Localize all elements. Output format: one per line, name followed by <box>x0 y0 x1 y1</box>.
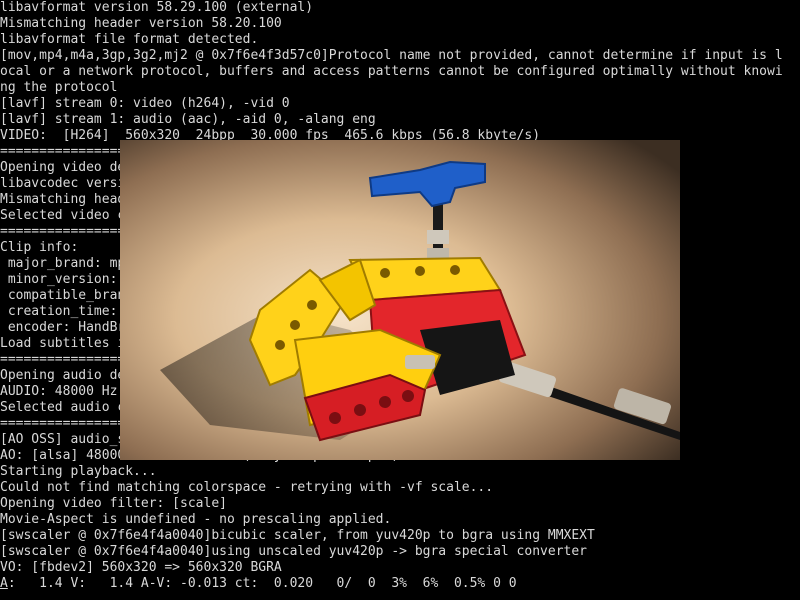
axle-connector <box>405 355 435 369</box>
console-line: Could not find matching colorspace - ret… <box>0 480 494 495</box>
console-line: Opening video filter: [scale] <box>0 496 227 511</box>
console-line: [lavf] stream 0: video (h264), -vid 0 <box>0 96 290 111</box>
video-frame <box>120 140 680 460</box>
mast-bushing <box>427 230 449 244</box>
console-line: Starting playback... <box>0 464 157 479</box>
console-line: [lavf] stream 1: audio (aac), -aid 0, -a… <box>0 112 376 127</box>
status-values: : 1.4 V: 1.4 A-V: -0.013 ct: 0.020 0/ 0 … <box>7 576 517 591</box>
status-prefix: A <box>0 576 8 591</box>
console-line: libavformat version 58.29.100 (external) <box>0 0 314 15</box>
console-line: [swscaler @ 0x7f6e4f4a0040]using unscale… <box>0 544 587 559</box>
console-line: Movie-Aspect is undefined - no prescalin… <box>0 512 392 527</box>
console-line: libavformat file format detected. <box>0 32 259 47</box>
mast-bushing <box>427 248 449 258</box>
lego-technic-helicopter-icon <box>120 140 680 460</box>
console-line: [swscaler @ 0x7f6e4f4a0040]bicubic scale… <box>0 528 595 543</box>
console-line: Mismatching header version 58.20.100 <box>0 16 282 31</box>
playback-status-line: A: 1.4 V: 1.4 A-V: -0.013 ct: 0.020 0/ 0… <box>0 576 800 592</box>
console-line: VO: [fbdev2] 560x320 => 560x320 BGRA <box>0 560 282 575</box>
console-line: ng the protocol <box>0 80 118 95</box>
console-line: ocal or a network protocol, buffers and … <box>0 64 783 79</box>
console-line: [mov,mp4,m4a,3gp,3g2,mj2 @ 0x7f6e4f3d57c… <box>0 48 783 63</box>
